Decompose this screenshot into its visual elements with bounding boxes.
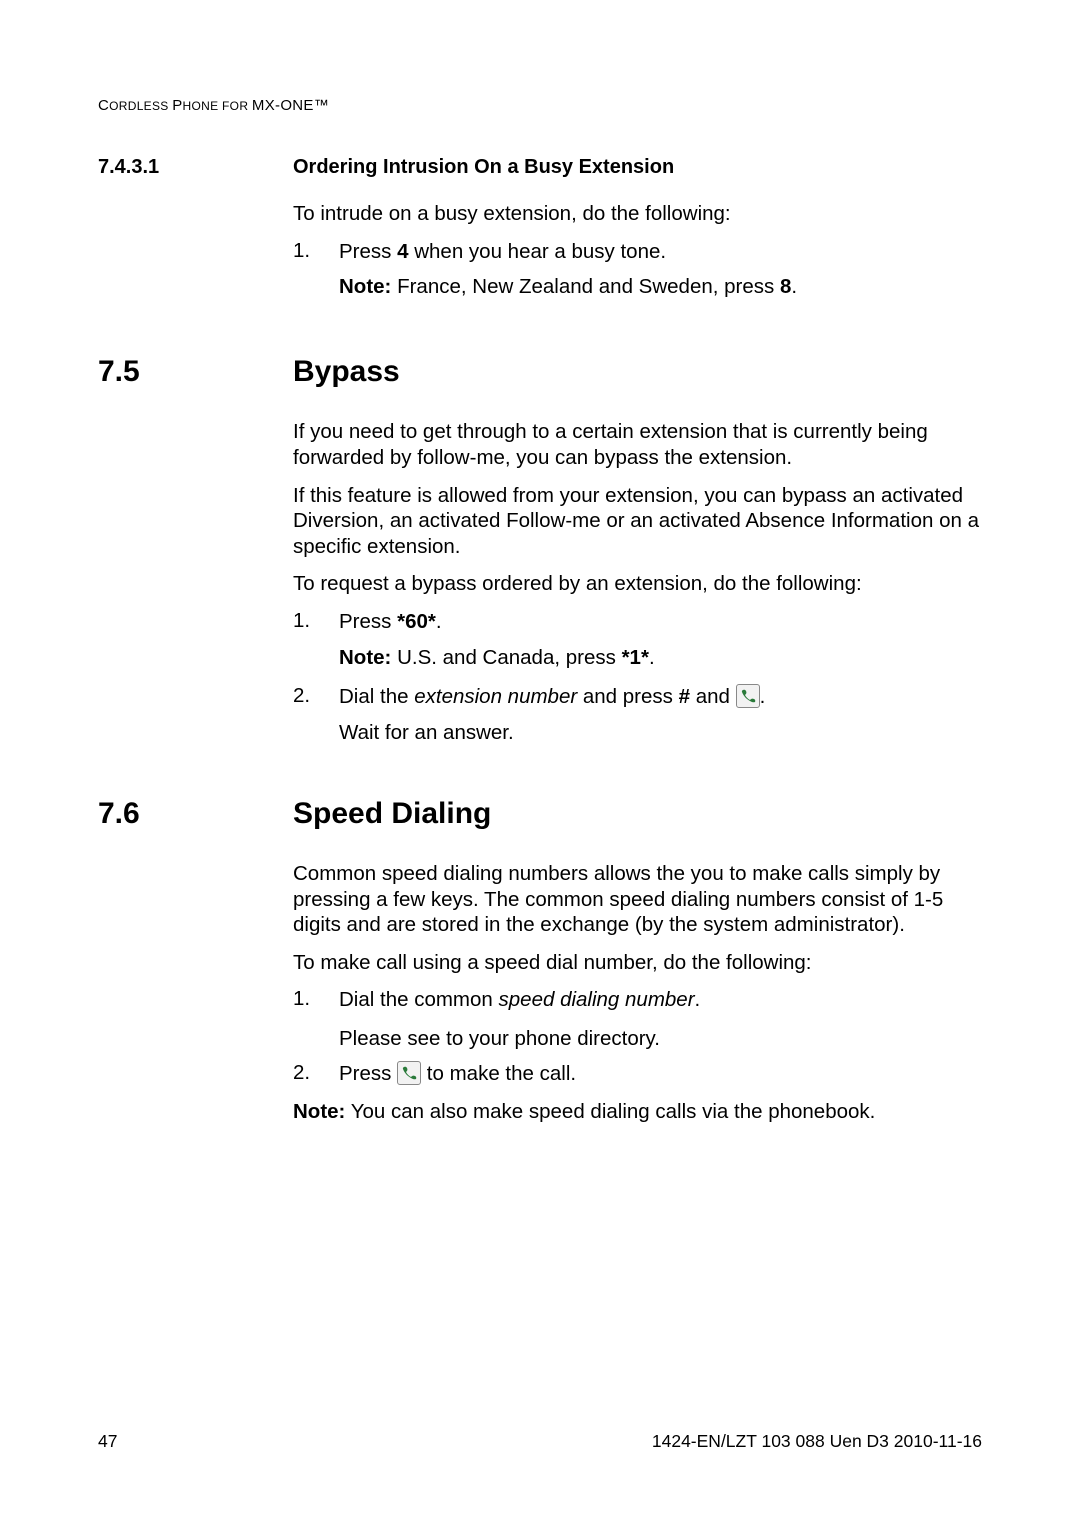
text: and — [690, 685, 736, 708]
list-item: 2. Press to make the call. — [293, 1061, 982, 1088]
italic-text: extension number — [414, 685, 577, 708]
page-number: 47 — [98, 1431, 117, 1452]
text: Press — [339, 240, 397, 263]
call-icon — [397, 1061, 421, 1085]
paragraph: If you need to get through to a certain … — [293, 419, 982, 470]
list-number: 1. — [293, 239, 339, 266]
list-text: Dial the common speed dialing number. Pl… — [339, 987, 982, 1052]
list-number: 1. — [293, 609, 339, 636]
text: . — [695, 988, 701, 1011]
text: . — [760, 685, 766, 708]
bold-text: # — [679, 685, 690, 708]
call-icon — [736, 684, 760, 708]
paragraph: Common speed dialing numbers allows the … — [293, 861, 982, 938]
paragraph: If this feature is allowed from your ext… — [293, 483, 982, 560]
page-footer: 47 1424-EN/LZT 103 088 Uen D3 2010-11-16 — [98, 1431, 982, 1452]
italic-text: speed dialing number — [499, 988, 695, 1011]
list-text: Press 4 when you hear a busy tone. — [339, 239, 982, 266]
list-number: 2. — [293, 684, 339, 747]
header-text: HONE FOR — [183, 99, 252, 113]
text: . — [791, 275, 797, 298]
paragraph: To request a bypass ordered by an extens… — [293, 571, 982, 597]
list-number: 2. — [293, 1061, 339, 1088]
header-text: P — [172, 97, 182, 114]
section-title: Speed Dialing — [293, 797, 982, 831]
text: Please see to your phone directory. — [339, 1026, 982, 1053]
heading-7-6: 7.6 Speed Dialing — [98, 797, 982, 831]
text: You can also make speed dialing calls vi… — [345, 1100, 875, 1123]
text: U.S. and Canada, press — [391, 646, 621, 669]
list-text: Press *60*. — [339, 609, 982, 636]
page-header: CORDLESS PHONE FOR MX-ONE™ — [98, 97, 982, 114]
note-label: Note: — [339, 275, 391, 298]
text: to make the call. — [421, 1062, 576, 1085]
header-text: ORDLESS — [109, 99, 172, 113]
list-text: Dial the extension number and press # an… — [339, 684, 982, 747]
list-item: 1. Press 4 when you hear a busy tone. — [293, 239, 982, 266]
paragraph: To intrude on a busy extension, do the f… — [293, 201, 982, 227]
header-text: MX-ONE™ — [252, 97, 329, 114]
text: Press — [339, 1062, 397, 1085]
section-title: Bypass — [293, 355, 982, 389]
bold-text: 4 — [397, 240, 408, 263]
header-text: C — [98, 97, 109, 114]
text: . — [649, 646, 655, 669]
section-number: 7.5 — [98, 355, 293, 389]
bold-text: *1* — [622, 646, 649, 669]
note: Note: U.S. and Canada, press *1*. — [339, 646, 982, 670]
paragraph: To make call using a speed dial number, … — [293, 950, 982, 976]
list-text: Press to make the call. — [339, 1061, 982, 1088]
bold-text: *60* — [397, 610, 436, 633]
text: . — [436, 610, 442, 633]
note-label: Note: — [293, 1100, 345, 1123]
text: and press — [577, 685, 678, 708]
section-number: 7.4.3.1 — [98, 156, 293, 179]
text: Wait for an answer. — [339, 720, 982, 747]
list-number: 1. — [293, 987, 339, 1052]
text: Dial the — [339, 685, 414, 708]
text: Dial the common — [339, 988, 499, 1011]
text: France, New Zealand and Sweden, press — [391, 275, 780, 298]
document-id: 1424-EN/LZT 103 088 Uen D3 2010-11-16 — [652, 1431, 982, 1452]
heading-7-4-3-1: 7.4.3.1 Ordering Intrusion On a Busy Ext… — [98, 156, 982, 179]
list-item: 1. Press *60*. — [293, 609, 982, 636]
section-number: 7.6 — [98, 797, 293, 831]
heading-7-5: 7.5 Bypass — [98, 355, 982, 389]
list-item: 1. Dial the common speed dialing number.… — [293, 987, 982, 1052]
text: Press — [339, 610, 397, 633]
note: Note: France, New Zealand and Sweden, pr… — [339, 275, 982, 299]
text: when you hear a busy tone. — [409, 240, 667, 263]
section-title: Ordering Intrusion On a Busy Extension — [293, 156, 982, 179]
note: Note: You can also make speed dialing ca… — [293, 1099, 982, 1125]
note-label: Note: — [339, 646, 391, 669]
list-item: 2. Dial the extension number and press #… — [293, 684, 982, 747]
bold-text: 8 — [780, 275, 791, 298]
